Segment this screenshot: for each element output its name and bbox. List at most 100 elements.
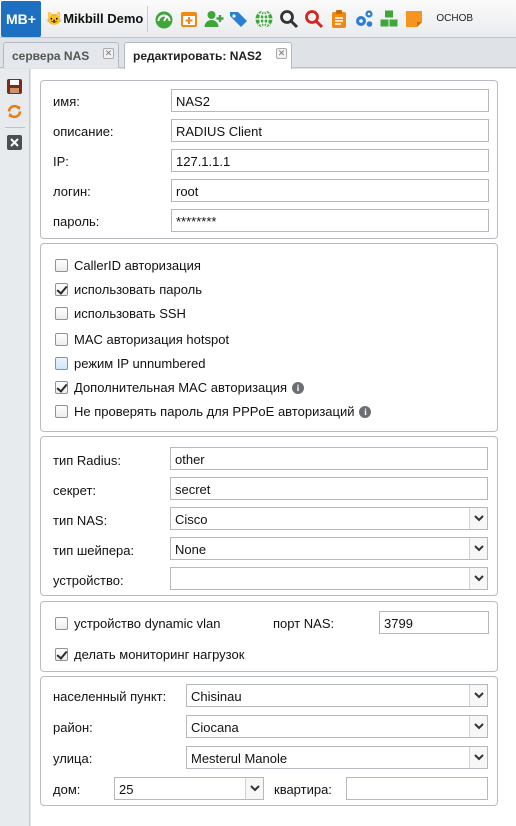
nas-type-label: тип NAS: [53,513,108,528]
device-select[interactable] [170,567,488,590]
close-icon[interactable]: ✕ [103,48,114,59]
brand[interactable]: 😺 Mikbill Demo [46,11,143,27]
nas-port-label: порт NAS: [273,616,335,631]
option-ip-unnumbered[interactable]: режим IP unnumbered [55,356,205,371]
option-callerid[interactable]: CallerID авторизация [55,258,201,273]
apartment-label: квартира: [274,782,332,797]
toolbar-divider [147,5,149,32]
description-field[interactable]: RADIUS Client [171,119,489,142]
device-label: устройство: [53,573,124,588]
name-field[interactable]: NAS2 [171,89,489,112]
chevron-down-icon[interactable] [469,747,487,768]
globe-icon[interactable] [254,9,274,29]
app-logo[interactable]: MB+ [1,0,41,37]
option-skip-pppoe-password[interactable]: Не проверять пароль для PPPoE авторизаци… [55,404,372,419]
save-icon[interactable] [6,78,23,95]
mac-hotspot-checkbox[interactable] [55,333,68,346]
street-label: улица: [53,751,93,766]
option-use-ssh[interactable]: использовать SSH [55,306,186,321]
shaper-type-label: тип шейпера: [53,543,135,558]
cat-icon: 😺 [46,10,63,26]
load-monitoring-label: делать мониторинг нагрузок [74,647,245,662]
user-add-icon[interactable] [204,9,224,29]
ip-unnumbered-label: режим IP unnumbered [74,356,206,371]
edit-nas-form: имя: NAS2 описание: RADIUS Client IP: 12… [31,69,516,826]
option-mac-hotspot[interactable]: MAC авторизация hotspot [55,332,229,347]
shaper-type-select[interactable]: None [170,537,488,560]
city-label: населенный пункт: [53,689,167,704]
dynamic-vlan-checkbox[interactable] [55,617,68,630]
ip-label: IP: [53,154,69,169]
chevron-down-icon[interactable] [469,538,487,559]
chevron-down-icon[interactable] [469,508,487,529]
tab-bar: сервера NAS ✕ редактировать: NAS2 ✕ [0,38,516,69]
nas-type-select[interactable]: Cisco [170,507,488,530]
tab-label: сервера NAS [12,48,90,63]
clipboard-icon[interactable] [329,9,349,29]
district-label: район: [53,720,93,735]
ip-unnumbered-checkbox[interactable] [55,357,68,370]
radius-type-field[interactable]: other [170,447,488,470]
main-menu-label[interactable]: ОСНОВ [436,13,473,24]
callerid-checkbox[interactable] [55,259,68,272]
district-value: Ciocana [191,720,239,735]
info-icon[interactable]: i [359,405,372,418]
shaper-type-value: None [175,542,207,557]
dynamic-vlan-label: устройство dynamic vlan [74,616,221,631]
option-load-monitoring[interactable]: делать мониторинг нагрузок [55,647,244,662]
dashboard-icon[interactable] [154,9,174,29]
gears-icon[interactable] [354,9,374,29]
extra-mac-auth-checkbox[interactable] [55,381,68,394]
search-icon[interactable] [279,9,299,29]
option-use-password[interactable]: использовать пароль [55,282,202,297]
vlan-section: устройство dynamic vlan порт NAS: 3799 д… [40,601,498,672]
close-icon[interactable]: ✕ [276,48,287,59]
refresh-icon[interactable] [6,103,23,120]
apartment-field[interactable] [346,777,488,800]
sticky-note-icon[interactable] [404,9,424,29]
radius-type-label: тип Radius: [53,453,121,468]
use-password-label: использовать пароль [74,282,202,297]
house-value: 25 [119,782,134,797]
skip-pppoe-password-checkbox[interactable] [55,405,68,418]
address-section: населенный пункт: Chisinau район: Ciocan… [40,676,498,806]
login-field[interactable]: root [171,179,489,202]
chevron-down-icon[interactable] [245,778,263,799]
tab-nas-servers[interactable]: сервера NAS ✕ [3,42,119,68]
tab-edit-nas[interactable]: редактировать: NAS2 ✕ [124,42,292,69]
password-field[interactable]: ******** [171,209,489,232]
secret-label: секрет: [53,483,97,498]
use-ssh-label: использовать SSH [74,306,186,321]
city-select[interactable]: Chisinau [186,684,488,707]
street-value: Mesterul Manole [191,751,288,766]
house-select[interactable]: 25 [114,777,264,800]
general-section: имя: NAS2 описание: RADIUS Client IP: 12… [40,80,498,239]
street-select[interactable]: Mesterul Manole [186,746,488,769]
use-ssh-checkbox[interactable] [55,307,68,320]
district-select[interactable]: Ciocana [186,715,488,738]
calendar-add-icon[interactable] [179,9,199,29]
search-red-icon[interactable] [304,9,324,29]
skip-pppoe-password-label: Не проверять пароль для PPPoE авторизаци… [74,404,355,419]
option-extra-mac-auth[interactable]: Дополнительная MAC авторизация i [55,380,305,395]
callerid-label: CallerID авторизация [74,258,201,273]
option-dynamic-vlan[interactable]: устройство dynamic vlan [55,616,220,631]
nas-port-field[interactable]: 3799 [379,611,489,634]
info-icon[interactable]: i [292,381,305,394]
load-monitoring-checkbox[interactable] [55,648,68,661]
house-label: дом: [53,782,81,797]
radius-section: тип Radius: other секрет: secret тип NAS… [40,436,498,596]
cubes-icon[interactable] [379,9,399,29]
use-password-checkbox[interactable] [55,283,68,296]
secret-field[interactable]: secret [170,477,488,500]
chevron-down-icon[interactable] [469,685,487,706]
tags-icon[interactable] [229,9,249,29]
action-sidebar [0,69,30,826]
ip-field[interactable]: 127.1.1.1 [171,149,489,172]
top-toolbar: MB+ 😺 Mikbill Demo ОСНОВ [0,0,516,38]
tab-label: редактировать: NAS2 [133,49,262,63]
nas-type-value: Cisco [175,512,208,527]
close-icon[interactable] [6,134,23,151]
chevron-down-icon[interactable] [469,716,487,737]
chevron-down-icon[interactable] [469,568,487,589]
